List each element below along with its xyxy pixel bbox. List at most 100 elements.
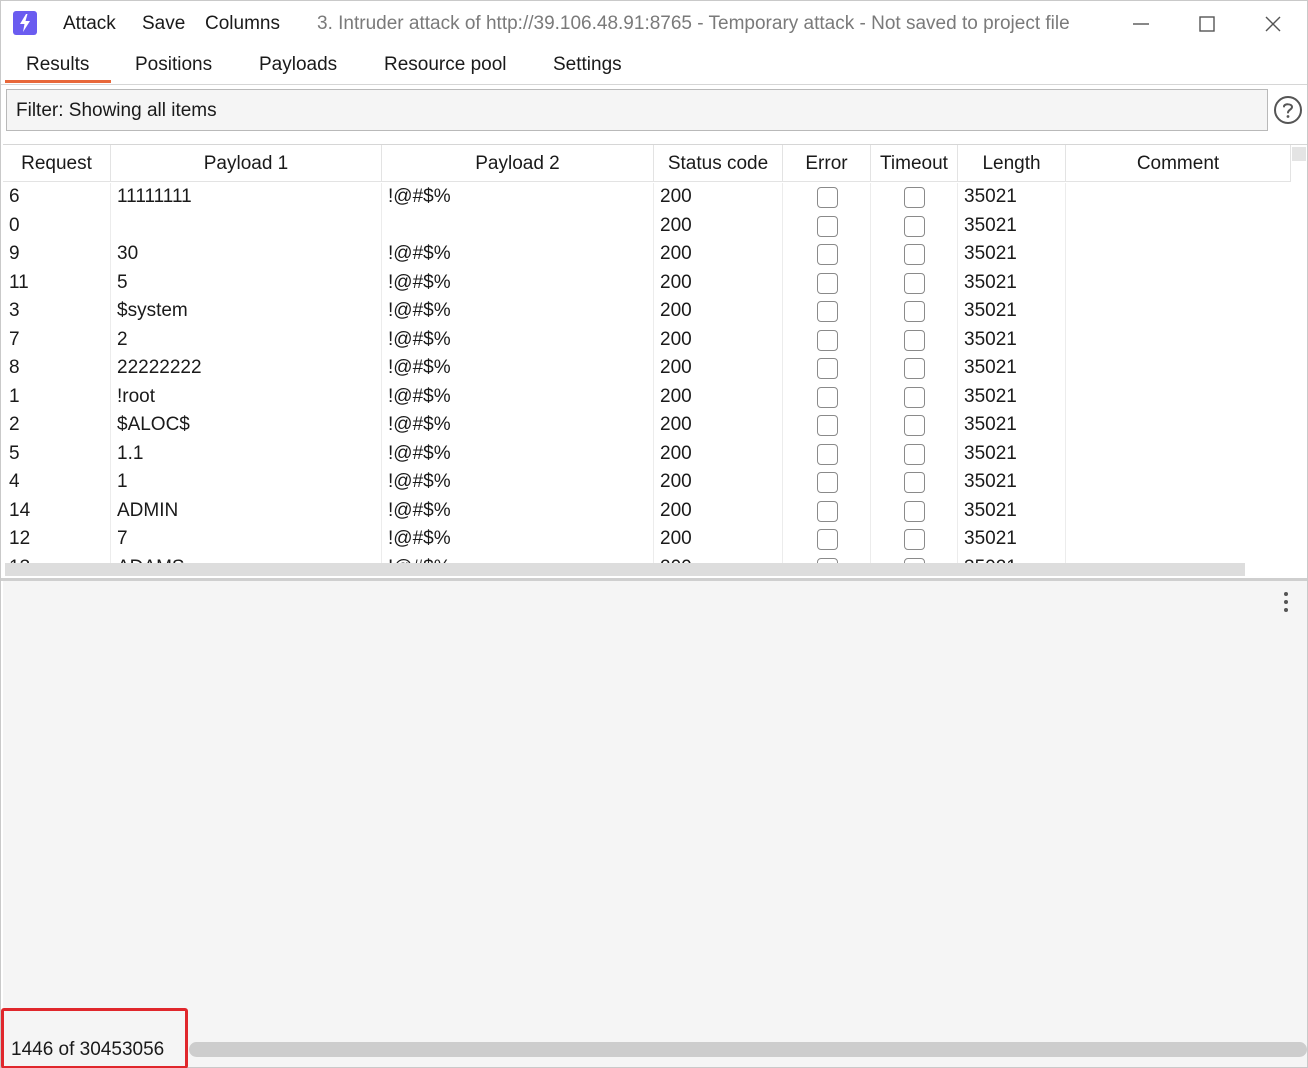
tab-positions[interactable]: Positions <box>135 53 212 77</box>
table-row[interactable]: 0 200 35021 <box>3 212 1291 241</box>
timeout-checkbox <box>904 215 925 237</box>
error-checkbox <box>817 187 838 208</box>
column-header-request[interactable]: Request <box>3 145 111 182</box>
error-checkbox <box>817 415 838 436</box>
cell-length: 35021 <box>964 471 1017 492</box>
error-checkbox <box>817 244 838 265</box>
cell-status: 200 <box>660 499 692 521</box>
tab-resource-pool[interactable]: Resource pool <box>384 53 507 77</box>
cell-request: 11 <box>9 271 29 293</box>
cell-payload2: !@#$% <box>388 471 451 492</box>
kebab-menu-icon[interactable] <box>1277 589 1295 615</box>
cell-length: 35021 <box>964 442 1017 464</box>
cell-status: 200 <box>660 357 692 378</box>
table-row[interactable]: 12 7 !@#$% 200 35021 <box>3 525 1291 554</box>
menu-columns[interactable]: Columns <box>205 12 280 36</box>
table-body: 6 11111111 !@#$% 200 35021 0 200 35021 9 30 !@#$% 2… <box>3 183 1291 563</box>
tab-results[interactable]: Results <box>26 53 89 77</box>
maximize-icon <box>1199 16 1215 32</box>
table-row[interactable]: 3 $system !@#$% 200 35021 <box>3 297 1291 326</box>
cell-status: 200 <box>660 328 692 350</box>
cell-length: 35021 <box>964 357 1017 378</box>
cell-comment <box>1072 468 1289 497</box>
error-checkbox <box>817 358 838 379</box>
error-checkbox <box>817 272 838 294</box>
table-row[interactable]: 13 ADAMS !@#$% 200 35021 <box>3 554 1291 564</box>
cell-payload2: !@#$% <box>388 243 451 264</box>
tab-payloads[interactable]: Payloads <box>259 53 337 77</box>
cell-status: 200 <box>660 300 692 321</box>
cell-length: 35021 <box>964 243 1017 264</box>
column-header-payload-1[interactable]: Payload 1 <box>111 145 382 182</box>
cell-status: 200 <box>660 271 692 293</box>
cell-comment <box>1072 297 1289 326</box>
cell-comment <box>1072 326 1289 355</box>
detail-pane <box>3 581 1307 1067</box>
column-header-payload-2[interactable]: Payload 2 <box>382 145 654 182</box>
error-checkbox <box>817 386 838 408</box>
cell-length: 35021 <box>964 300 1017 321</box>
cell-comment <box>1072 411 1289 440</box>
cell-request: 0 <box>9 214 20 236</box>
cell-payload1 <box>117 212 380 241</box>
column-header-length[interactable]: Length <box>958 145 1066 182</box>
cell-status: 200 <box>660 554 781 564</box>
table-header: Request Payload 1 Payload 2 Status code Erro… <box>3 145 1291 182</box>
table-row[interactable]: 1 !root !@#$% 200 35021 <box>3 383 1291 412</box>
lightning-icon <box>13 11 37 35</box>
cell-payload2: !@#$% <box>388 186 451 207</box>
timeout-checkbox <box>904 472 925 493</box>
cell-length: 35021 <box>964 554 1064 564</box>
cell-length: 35021 <box>964 528 1017 549</box>
cell-status: 200 <box>660 385 692 407</box>
timeout-checkbox <box>904 187 925 208</box>
cell-status: 200 <box>660 471 692 492</box>
menu-save[interactable]: Save <box>142 12 185 36</box>
cell-payload2: !@#$% <box>388 328 451 350</box>
help-circle-icon[interactable] <box>1273 95 1303 125</box>
close-button[interactable] <box>1253 9 1293 39</box>
cell-payload1: 7 <box>117 528 128 549</box>
cell-payload1: 5 <box>117 271 128 293</box>
table-row[interactable]: 5 1.1 !@#$% 200 35021 <box>3 440 1291 469</box>
table-row[interactable]: 2 $ALOC$ !@#$% 200 35021 <box>3 411 1291 440</box>
cell-comment <box>1072 354 1289 383</box>
menu-attack[interactable]: Attack <box>63 12 116 36</box>
cell-payload1: ADMIN <box>117 499 179 521</box>
error-checkbox <box>817 301 838 322</box>
vertical-scrollbar-thumb[interactable] <box>1292 147 1306 161</box>
column-header-status-code[interactable]: Status code <box>654 145 783 182</box>
cell-comment <box>1072 554 1289 564</box>
cell-payload2: !@#$% <box>388 442 451 464</box>
error-checkbox <box>817 529 838 550</box>
table-row[interactable]: 9 30 !@#$% 200 35021 <box>3 240 1291 269</box>
table-row[interactable]: 8 22222222 !@#$% 200 35021 <box>3 354 1291 383</box>
cell-payload2: !@#$% <box>388 271 451 293</box>
table-row[interactable]: 11 5 !@#$% 200 35021 <box>3 269 1291 298</box>
cell-status: 200 <box>660 243 692 264</box>
cell-comment <box>1072 497 1289 526</box>
table-row[interactable]: 4 1 !@#$% 200 35021 <box>3 468 1291 497</box>
table-row[interactable]: 7 2 !@#$% 200 35021 <box>3 326 1291 355</box>
horizontal-scrollbar-thumb[interactable] <box>5 563 1245 576</box>
column-header-timeout[interactable]: Timeout <box>871 145 958 182</box>
column-header-error[interactable]: Error <box>783 145 871 182</box>
vertical-scrollbar[interactable] <box>1291 145 1307 577</box>
error-checkbox <box>817 443 838 465</box>
cell-request: 4 <box>9 471 20 492</box>
table-row[interactable]: 6 11111111 !@#$% 200 35021 <box>3 183 1291 212</box>
cell-request: 9 <box>9 243 20 264</box>
column-header-comment[interactable]: Comment <box>1066 145 1291 182</box>
filter-bar[interactable]: Filter: Showing all items <box>6 89 1268 131</box>
cell-payload1: !root <box>117 385 156 407</box>
timeout-checkbox <box>904 529 925 550</box>
progress-count: 1446 of 30453056 <box>11 1039 165 1060</box>
cell-payload1: $system <box>117 300 188 321</box>
maximize-button[interactable] <box>1187 9 1227 39</box>
cell-status: 200 <box>660 528 692 549</box>
tab-settings[interactable]: Settings <box>553 53 622 77</box>
timeout-checkbox <box>904 415 925 436</box>
table-row[interactable]: 14 ADMIN !@#$% 200 35021 <box>3 497 1291 526</box>
minimize-button[interactable] <box>1121 9 1161 39</box>
cell-request: 7 <box>9 328 20 350</box>
